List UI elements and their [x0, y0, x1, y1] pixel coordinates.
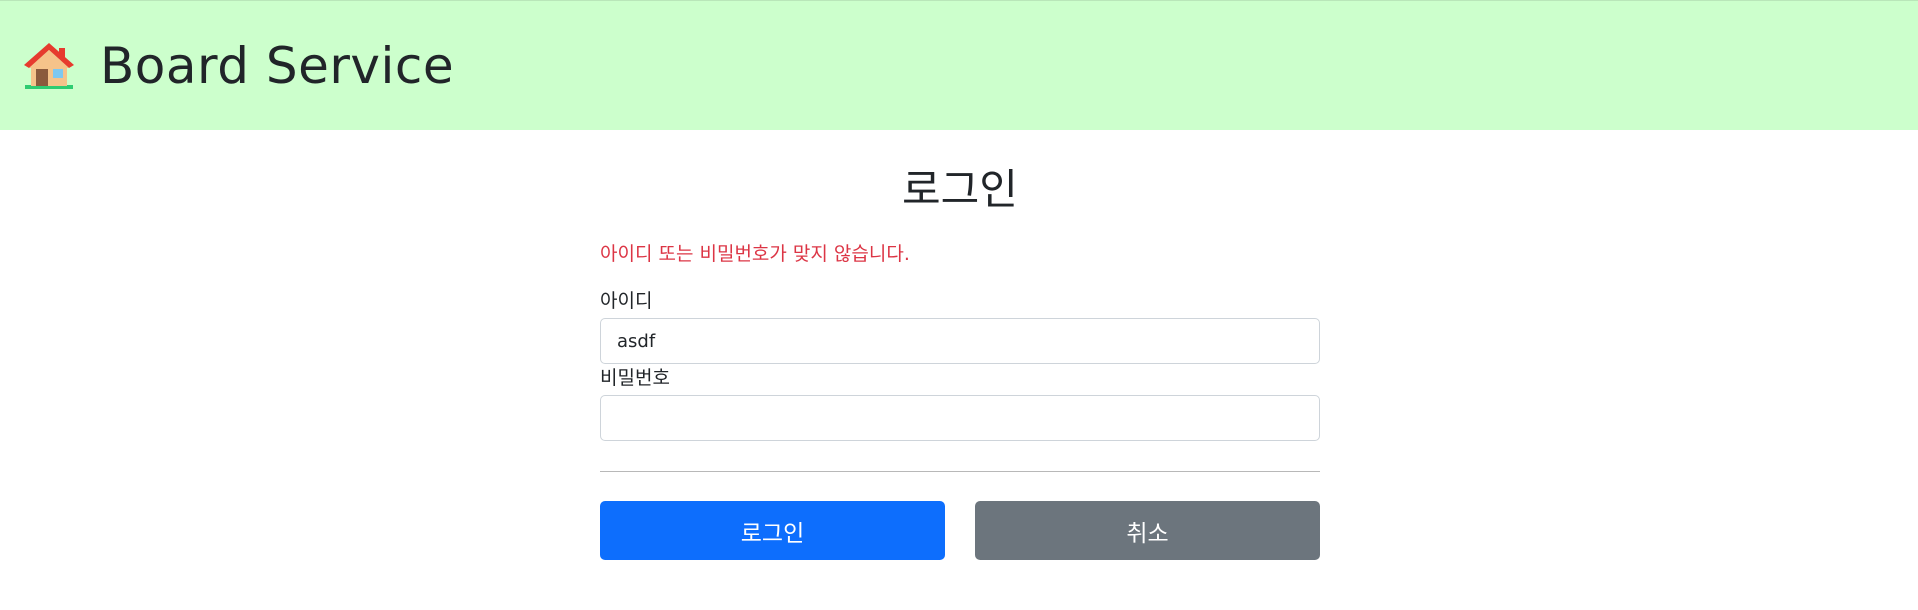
page-title: 로그인 [902, 165, 1018, 214]
login-button[interactable]: 로그인 [600, 501, 945, 560]
button-row: 로그인 취소 [600, 501, 1320, 560]
error-message: 아이디 또는 비밀번호가 맞지 않습니다. [600, 243, 910, 265]
site-header: Board Service [0, 0, 1918, 130]
brand-title: Board Service [100, 36, 455, 95]
password-label: 비밀번호 [600, 367, 670, 389]
login-form: 로그인 아이디 또는 비밀번호가 맞지 않습니다. 아이디 비밀번호 로그인 취… [600, 130, 1320, 560]
username-input[interactable] [600, 318, 1320, 364]
cancel-button[interactable]: 취소 [975, 501, 1320, 560]
divider [600, 471, 1320, 472]
password-input[interactable] [600, 395, 1320, 441]
house-icon [22, 39, 76, 93]
username-label: 아이디 [600, 290, 653, 312]
home-link[interactable]: Board Service [22, 37, 454, 95]
